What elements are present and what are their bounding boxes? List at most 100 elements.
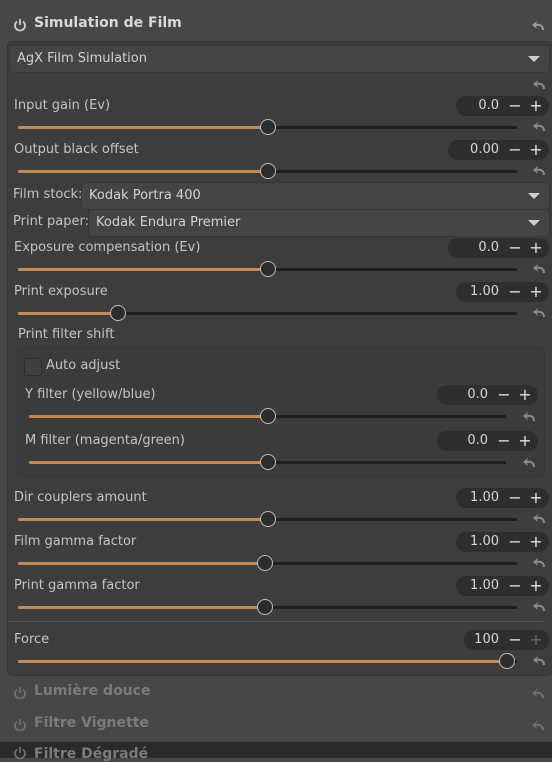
power-icon[interactable]: [13, 686, 27, 700]
output-black-offset-value: 0.00: [470, 142, 499, 157]
dir-couplers-amount-slider[interactable]: [18, 511, 517, 527]
power-icon[interactable]: [13, 18, 27, 32]
print-exposure-label: Print exposure: [14, 284, 108, 299]
plus-icon[interactable]: +: [526, 488, 546, 508]
power-icon[interactable]: [13, 718, 27, 732]
film-gamma-factor-stepper[interactable]: 1.00 − +: [456, 532, 549, 552]
reset-icon[interactable]: [533, 513, 547, 525]
input-gain-stepper[interactable]: 0.0 − +: [456, 96, 549, 116]
module-title: Simulation de Film: [34, 15, 182, 31]
slider-handle[interactable]: [259, 261, 276, 277]
plus-icon[interactable]: +: [515, 431, 535, 451]
reset-icon[interactable]: [533, 79, 547, 91]
slider-handle[interactable]: [259, 119, 276, 135]
reset-icon[interactable]: [532, 688, 546, 700]
m-filter-stepper[interactable]: 0.0 − +: [437, 431, 538, 451]
print-gamma-factor-label: Print gamma factor: [14, 578, 140, 593]
module-header-filtre-degrade[interactable]: Filtre Dégradé: [0, 742, 552, 762]
print-gamma-factor-slider[interactable]: [18, 599, 517, 615]
input-gain-slider[interactable]: [18, 119, 517, 135]
m-filter-slider[interactable]: [29, 454, 506, 470]
print-exposure-stepper[interactable]: 1.00 − +: [456, 282, 549, 302]
minus-icon[interactable]: −: [505, 282, 525, 302]
minus-icon[interactable]: −: [494, 431, 514, 451]
m-filter-label: M filter (magenta/green): [25, 433, 185, 448]
minus-icon[interactable]: −: [505, 488, 525, 508]
y-filter-label: Y filter (yellow/blue): [25, 387, 156, 402]
force-slider[interactable]: [18, 653, 517, 669]
y-filter-slider[interactable]: [29, 408, 506, 424]
exposure-compensation-label: Exposure compensation (Ev): [14, 240, 201, 255]
film-stock-dropdown[interactable]: Kodak Portra 400: [81, 182, 550, 210]
print-gamma-factor-value: 1.00: [470, 578, 499, 593]
slider-handle[interactable]: [257, 599, 273, 615]
minus-icon[interactable]: −: [505, 140, 525, 160]
print-paper-dropdown[interactable]: Kodak Endura Premier: [88, 209, 550, 237]
exposure-compensation-value: 0.0: [478, 240, 499, 255]
slider-handle[interactable]: [259, 511, 276, 527]
plus-icon[interactable]: +: [526, 532, 546, 552]
film-stock-value: Kodak Portra 400: [89, 188, 201, 203]
dir-couplers-amount-stepper[interactable]: 1.00 − +: [456, 488, 549, 508]
module-header[interactable]: Simulation de Film: [0, 8, 552, 40]
minus-icon[interactable]: −: [505, 532, 525, 552]
print-paper-value: Kodak Endura Premier: [96, 215, 241, 230]
chevron-down-icon: [528, 56, 540, 62]
plus-icon[interactable]: +: [526, 576, 546, 596]
reset-icon[interactable]: [533, 165, 547, 177]
print-exposure-slider[interactable]: [18, 305, 517, 321]
output-black-offset-label: Output black offset: [14, 142, 139, 157]
slider-handle[interactable]: [259, 163, 276, 179]
exposure-compensation-stepper[interactable]: 0.0 − +: [448, 238, 549, 258]
minus-icon[interactable]: −: [494, 385, 514, 405]
reset-icon[interactable]: [532, 720, 546, 732]
force-label: Force: [14, 632, 50, 647]
reset-icon[interactable]: [533, 557, 547, 569]
reset-icon[interactable]: [533, 307, 547, 319]
plus-icon[interactable]: +: [526, 630, 546, 650]
minus-icon[interactable]: −: [505, 630, 525, 650]
auto-adjust-checkbox[interactable]: [24, 358, 42, 376]
divider: [8, 621, 544, 622]
preset-value: AgX Film Simulation: [17, 51, 147, 66]
reset-icon[interactable]: [533, 263, 547, 275]
reset-icon[interactable]: [533, 655, 547, 667]
minus-icon[interactable]: −: [505, 96, 525, 116]
plus-icon[interactable]: +: [526, 96, 546, 116]
module-header-filtre-vignette[interactable]: Filtre Vignette: [0, 708, 552, 740]
slider-handle[interactable]: [109, 305, 126, 321]
module-title: Filtre Dégradé: [34, 746, 149, 762]
slider-handle[interactable]: [499, 653, 516, 669]
input-gain-value: 0.0: [478, 98, 499, 113]
module-header-lumiere-douce[interactable]: Lumière douce: [0, 676, 552, 708]
reset-icon[interactable]: [533, 601, 547, 613]
minus-icon[interactable]: −: [505, 576, 525, 596]
output-black-offset-slider[interactable]: [18, 163, 517, 179]
film-gamma-factor-slider[interactable]: [18, 555, 517, 571]
reset-icon[interactable]: [523, 411, 537, 423]
m-filter-value: 0.0: [467, 433, 488, 448]
plus-icon[interactable]: +: [526, 238, 546, 258]
print-gamma-factor-stepper[interactable]: 1.00 − +: [456, 576, 549, 596]
y-filter-stepper[interactable]: 0.0 − +: [437, 385, 538, 405]
plus-icon[interactable]: +: [526, 282, 546, 302]
y-filter-value: 0.0: [467, 387, 488, 402]
preset-dropdown[interactable]: AgX Film Simulation: [9, 45, 550, 73]
exposure-compensation-slider[interactable]: [18, 261, 517, 277]
slider-handle[interactable]: [257, 555, 273, 571]
print-paper-label: Print paper:: [13, 214, 90, 229]
minus-icon[interactable]: −: [505, 238, 525, 258]
slider-handle[interactable]: [259, 408, 276, 424]
reset-icon[interactable]: [532, 20, 546, 32]
force-value: 100: [474, 632, 499, 647]
slider-handle[interactable]: [259, 454, 276, 470]
print-filter-shift-title: Print filter shift: [18, 327, 115, 342]
module-title: Filtre Vignette: [34, 715, 149, 731]
film-stock-label: Film stock:: [13, 187, 83, 202]
plus-icon[interactable]: +: [526, 140, 546, 160]
reset-icon[interactable]: [533, 121, 547, 133]
force-stepper[interactable]: 100 − +: [464, 630, 549, 650]
output-black-offset-stepper[interactable]: 0.00 − +: [448, 140, 549, 160]
plus-icon[interactable]: +: [515, 385, 535, 405]
reset-icon[interactable]: [523, 457, 537, 469]
